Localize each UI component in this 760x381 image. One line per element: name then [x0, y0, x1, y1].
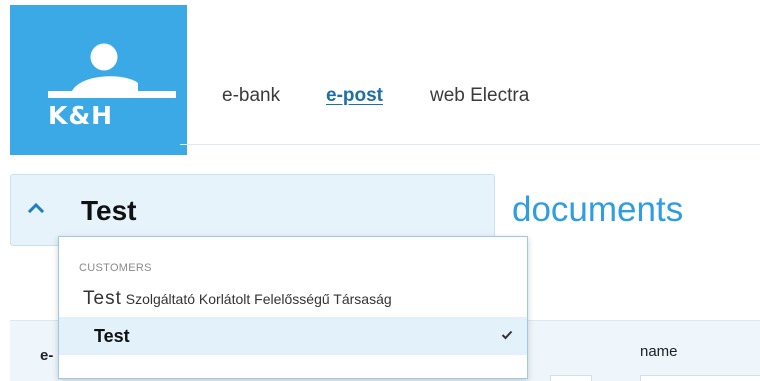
logo-text: K&H	[48, 101, 114, 130]
option-label-rest: Szolgáltató Korlátolt Felelősségű Társas…	[121, 291, 392, 307]
filter-box[interactable]	[550, 375, 592, 381]
kh-logo[interactable]: K&H	[10, 5, 187, 155]
kh-logo-icon	[48, 43, 176, 98]
column-header-e[interactable]: e-	[40, 347, 53, 364]
nav-divider	[180, 144, 760, 145]
selected-customer-name: Test	[81, 195, 137, 226]
nav-ebank[interactable]: e-bank	[222, 85, 280, 107]
dropdown-option-label: Test	[94, 326, 130, 346]
nav-web-electra[interactable]: web Electra	[430, 85, 529, 107]
filter-box[interactable]	[640, 375, 760, 381]
page: K&H e-bank e-post web Electra Test docum…	[0, 0, 760, 381]
chevron-up-icon[interactable]	[27, 199, 45, 217]
dropdown-option-customer[interactable]: Test Szolgáltató Korlátolt Felelősségű T…	[59, 283, 527, 313]
checkmark-icon	[501, 330, 513, 340]
dropdown-option-label: Test Szolgáltató Korlátolt Felelősségű T…	[83, 288, 392, 310]
column-header-name[interactable]: name	[640, 343, 678, 360]
dropdown-option-selected[interactable]: Test	[59, 317, 527, 355]
nav-epost[interactable]: e-post	[326, 85, 383, 107]
dropdown-section-label: CUSTOMERS	[79, 262, 152, 274]
option-label-prefix: Test	[83, 288, 122, 309]
page-title: documents	[512, 190, 684, 229]
customer-dropdown: CUSTOMERS Test Szolgáltató Korlátolt Fel…	[58, 236, 528, 379]
selector-divider	[494, 189, 495, 233]
